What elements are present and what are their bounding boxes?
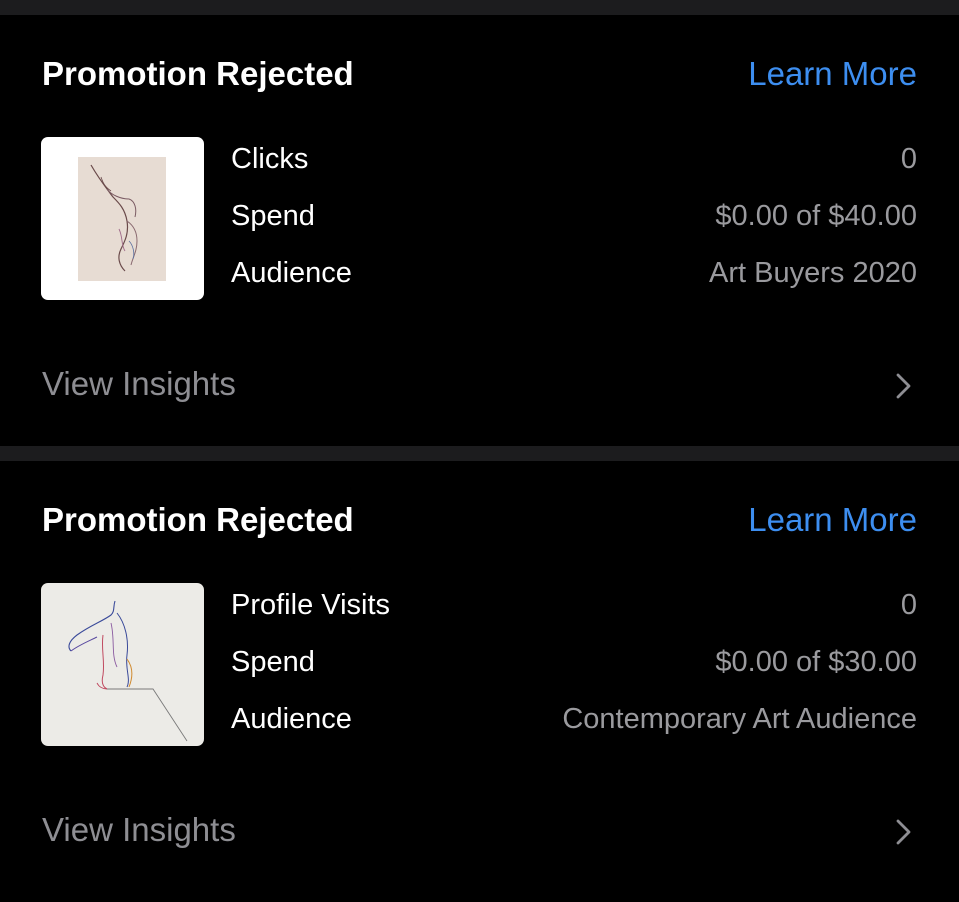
view-insights-label: View Insights [42, 365, 236, 402]
promotion-card: Promotion Rejected Learn More Clicks 0 S… [0, 15, 959, 445]
stat-value-clicks: 0 [900, 143, 917, 175]
stat-label-spend: Spend [231, 646, 315, 678]
stat-label-clicks: Clicks [231, 143, 309, 175]
promotion-card: Promotion Rejected Learn More Profile Vi… [0, 461, 959, 891]
promotion-thumbnail [41, 583, 204, 746]
stat-value-profile-visits: 0 [900, 589, 917, 621]
view-insights-row[interactable]: View Insights [0, 345, 959, 425]
learn-more-link[interactable]: Learn More [748, 55, 917, 93]
top-divider [0, 0, 959, 15]
stat-value-spend: $0.00 of $30.00 [715, 646, 917, 678]
chevron-right-icon [896, 819, 911, 845]
promotion-status-title: Promotion Rejected [42, 501, 354, 538]
stat-label-audience: Audience [231, 257, 352, 289]
learn-more-link[interactable]: Learn More [748, 501, 917, 539]
view-insights-label: View Insights [42, 811, 236, 848]
stat-value-audience: Contemporary Art Audience [562, 703, 917, 735]
section-divider [0, 446, 959, 461]
stat-value-audience: Art Buyers 2020 [709, 257, 917, 289]
promotion-thumbnail [41, 137, 204, 300]
stat-label-audience: Audience [231, 703, 352, 735]
stat-label-profile-visits: Profile Visits [231, 589, 391, 621]
stat-label-spend: Spend [231, 200, 315, 232]
view-insights-row[interactable]: View Insights [0, 791, 959, 871]
promotion-status-title: Promotion Rejected [42, 55, 354, 92]
stat-value-spend: $0.00 of $40.00 [715, 200, 917, 232]
chevron-right-icon [896, 373, 911, 399]
